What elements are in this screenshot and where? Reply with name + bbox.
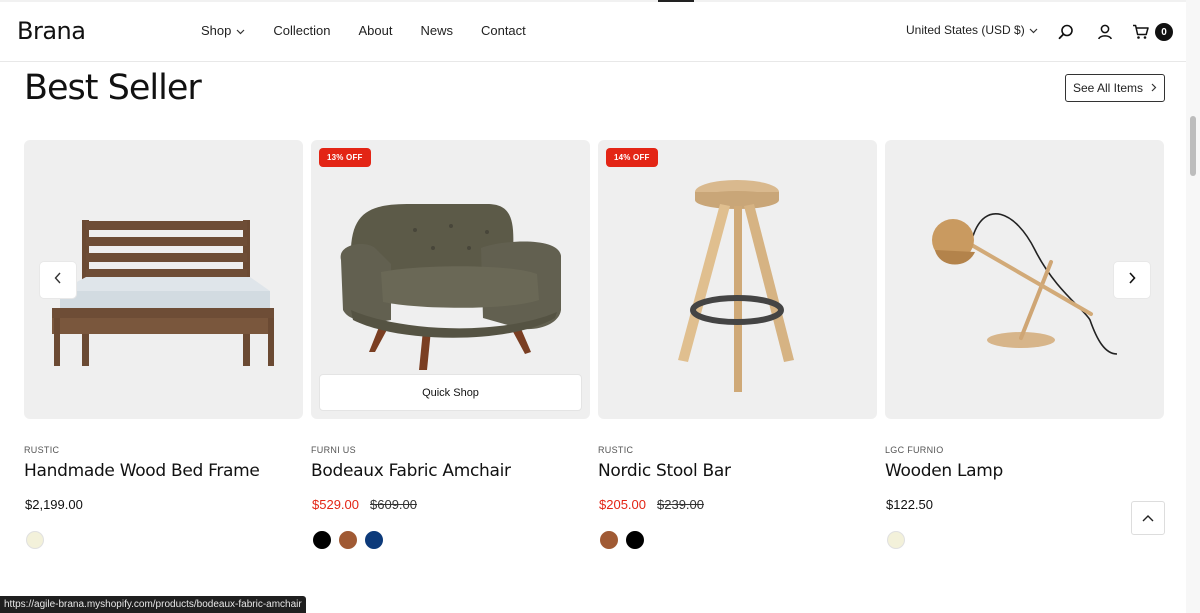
search-icon[interactable]: [1056, 22, 1076, 42]
swatch-brown[interactable]: [600, 531, 618, 549]
discount-badge: 13% OFF: [319, 148, 371, 167]
see-all-label: See All Items: [1072, 81, 1144, 95]
product-price: $122.50: [886, 497, 933, 512]
product-vendor: RUSTIC: [598, 445, 634, 455]
product-vendor: RUSTIC: [24, 445, 60, 455]
product-compare-price: $609.00: [370, 497, 417, 512]
product-card[interactable]: 14% OFF RUSTIC Nordic Stool Bar $205.00 …: [598, 140, 877, 549]
chevron-down-icon: [236, 23, 245, 38]
nav-item-label: About: [358, 23, 393, 38]
nav-item-shop[interactable]: Shop: [201, 23, 245, 38]
account-icon[interactable]: [1095, 22, 1115, 42]
cart-icon[interactable]: [1131, 22, 1151, 42]
product-title[interactable]: Handmade Wood Bed Frame: [24, 461, 260, 481]
product-vendor: LGC FURNIO: [885, 445, 944, 455]
swatch-black[interactable]: [313, 531, 331, 549]
price-row: $529.00 $609.00: [312, 497, 417, 512]
product-price: $2,199.00: [25, 497, 83, 512]
product-vendor: FURNI US: [311, 445, 356, 455]
nav-item-label: News: [420, 23, 453, 38]
nav-item-contact[interactable]: Contact: [481, 23, 526, 38]
discount-badge: 14% OFF: [606, 148, 658, 167]
section-title: Best Seller: [24, 68, 202, 108]
price-row: $122.50: [886, 497, 933, 512]
product-compare-price: $239.00: [657, 497, 704, 512]
scrollbar-thumb[interactable]: [1190, 116, 1196, 176]
chevron-right-icon: [1128, 271, 1136, 289]
site-header: Brana Shop Collection About News Contact…: [0, 2, 1186, 62]
main-nav: Shop Collection About News Contact: [201, 23, 554, 38]
link-status-bar: https://agile-brana.myshopify.com/produc…: [0, 596, 306, 613]
chevron-right-icon: [1151, 81, 1157, 95]
quick-shop-button[interactable]: Quick Shop: [319, 374, 582, 411]
nav-item-news[interactable]: News: [420, 23, 453, 38]
nav-item-collection[interactable]: Collection: [273, 23, 330, 38]
site-logo[interactable]: Brana: [17, 17, 86, 45]
price-row: $205.00 $239.00: [599, 497, 704, 512]
nav-item-label: Shop: [201, 23, 232, 38]
nav-item-about[interactable]: About: [358, 23, 392, 38]
product-image[interactable]: 13% OFF Quick Shop: [311, 140, 590, 419]
product-title[interactable]: Wooden Lamp: [885, 461, 1003, 481]
swatch-cream[interactable]: [887, 531, 905, 549]
nav-item-label: Contact: [480, 23, 526, 38]
cart-count-badge[interactable]: 0: [1155, 23, 1173, 41]
color-swatches: [600, 531, 644, 549]
carousel-prev-button[interactable]: [40, 262, 76, 298]
see-all-items-button[interactable]: See All Items: [1065, 74, 1165, 102]
color-swatches: [887, 531, 905, 549]
chevron-up-icon: [1142, 509, 1154, 527]
color-swatches: [313, 531, 383, 549]
swatch-black[interactable]: [626, 531, 644, 549]
product-sale-price: $529.00: [312, 497, 359, 512]
chevron-down-icon: [1029, 23, 1038, 37]
currency-label: United States (USD $): [906, 23, 1025, 37]
product-sale-price: $205.00: [599, 497, 646, 512]
product-image[interactable]: 14% OFF: [598, 140, 877, 419]
page-scrollbar[interactable]: [1186, 0, 1200, 613]
product-title[interactable]: Nordic Stool Bar: [598, 461, 731, 481]
currency-selector[interactable]: United States (USD $): [906, 23, 1038, 37]
back-to-top-button[interactable]: [1131, 501, 1165, 535]
nav-item-label: Collection: [273, 23, 331, 38]
product-card[interactable]: 13% OFF Quick Shop FURNI US Bodeaux Fabr…: [311, 140, 590, 549]
swatch-cream[interactable]: [26, 531, 44, 549]
swatch-brown[interactable]: [339, 531, 357, 549]
stool-illustration: [678, 180, 794, 392]
color-swatches: [26, 531, 44, 549]
swatch-navy[interactable]: [365, 531, 383, 549]
carousel-next-button[interactable]: [1114, 262, 1150, 298]
chevron-left-icon: [54, 271, 62, 289]
product-title[interactable]: Bodeaux Fabric Amchair: [311, 461, 511, 481]
price-row: $2,199.00: [25, 497, 83, 512]
